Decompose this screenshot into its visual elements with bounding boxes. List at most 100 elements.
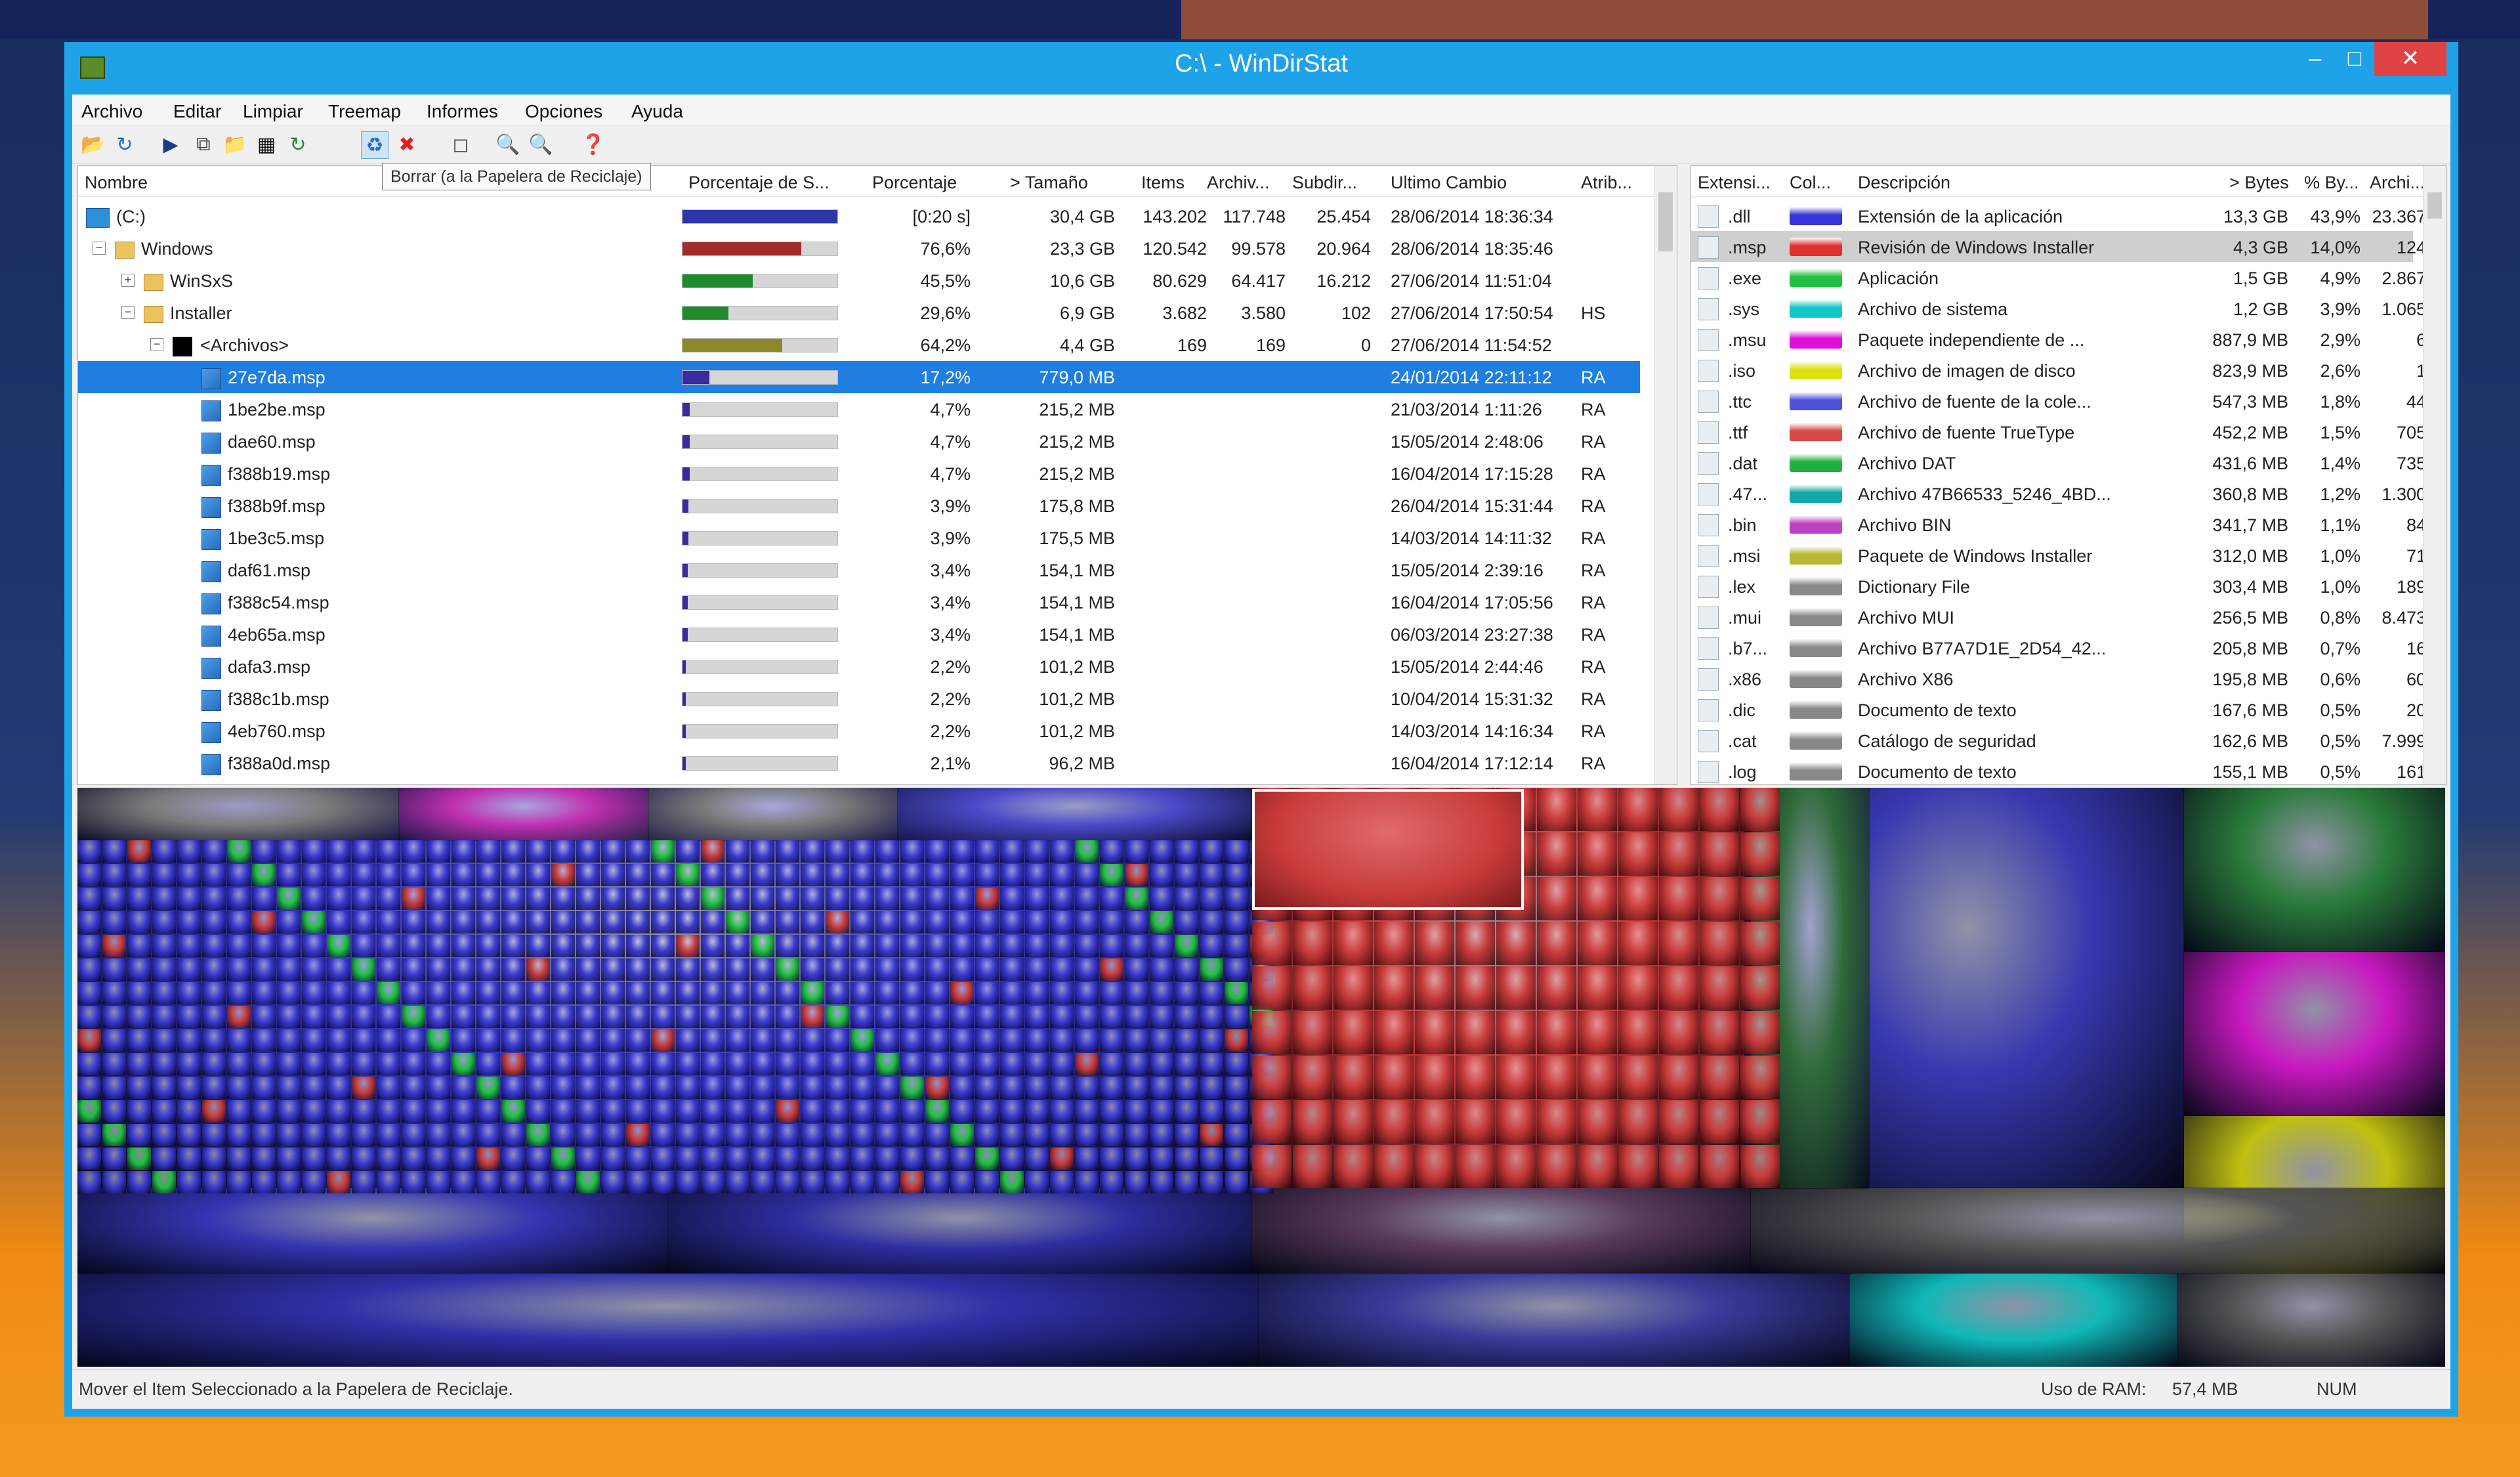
treemap-cell[interactable] bbox=[252, 864, 276, 886]
treemap-cell[interactable] bbox=[1175, 1029, 1198, 1052]
treemap-cell[interactable] bbox=[1125, 982, 1148, 1004]
col-bytes[interactable]: > Bytes bbox=[2229, 173, 2289, 193]
treemap-cell[interactable] bbox=[202, 1029, 226, 1052]
treemap-cell[interactable] bbox=[77, 1029, 101, 1052]
treemap-cell[interactable] bbox=[302, 840, 326, 863]
treemap-cell[interactable] bbox=[202, 935, 226, 957]
treemap-cell[interactable] bbox=[77, 864, 101, 886]
treemap-cell[interactable] bbox=[1618, 788, 1658, 831]
treemap-cell[interactable] bbox=[2177, 1273, 2445, 1367]
treemap-cell[interactable] bbox=[875, 888, 899, 910]
treemap-cell[interactable] bbox=[327, 982, 350, 1004]
treemap-cell[interactable] bbox=[925, 1147, 949, 1170]
treemap-cell[interactable] bbox=[1700, 832, 1739, 876]
treemap-cell[interactable] bbox=[1618, 877, 1658, 920]
treemap-cell[interactable] bbox=[1700, 966, 1739, 1010]
treemap-cell[interactable] bbox=[676, 958, 700, 981]
treemap-cell[interactable] bbox=[102, 1100, 126, 1123]
treemap-cell[interactable] bbox=[1050, 888, 1074, 910]
treemap-cell[interactable] bbox=[1750, 1188, 2445, 1274]
treemap-cell[interactable] bbox=[667, 1188, 1253, 1274]
treemap-cell[interactable] bbox=[875, 1053, 899, 1075]
treemap-cell[interactable] bbox=[850, 864, 874, 886]
treemap-cell[interactable] bbox=[626, 864, 650, 886]
treemap-cell[interactable] bbox=[676, 911, 700, 933]
treemap-cell[interactable] bbox=[950, 935, 974, 957]
treemap-cell[interactable] bbox=[751, 840, 774, 863]
treemap-cell[interactable] bbox=[651, 888, 675, 910]
treemap-cell[interactable] bbox=[1200, 1100, 1223, 1123]
menu-informes[interactable]: Informes bbox=[427, 98, 498, 125]
treemap-cell[interactable] bbox=[1618, 1056, 1658, 1099]
treemap-cell[interactable] bbox=[576, 1100, 600, 1123]
play-icon[interactable]: ▶ bbox=[158, 131, 184, 158]
treemap-cell[interactable] bbox=[651, 958, 675, 981]
treemap-cell[interactable] bbox=[726, 911, 749, 933]
treemap-cell[interactable] bbox=[900, 864, 924, 886]
treemap-cell[interactable] bbox=[850, 1147, 874, 1170]
treemap-cell[interactable] bbox=[526, 1053, 550, 1075]
treemap-cell[interactable] bbox=[975, 1100, 999, 1123]
treemap-cell[interactable] bbox=[1293, 1011, 1332, 1054]
tree-row[interactable]: 1be3c5.msp 3,9% 175,5 MB 14/03/2014 14:11:3… bbox=[78, 522, 1640, 554]
treemap-cell[interactable] bbox=[427, 911, 450, 933]
treemap-cell[interactable] bbox=[127, 1171, 151, 1193]
treemap-cell[interactable] bbox=[726, 1053, 749, 1075]
treemap-cell[interactable] bbox=[950, 888, 974, 910]
treemap-cell[interactable] bbox=[277, 840, 301, 863]
treemap-cell[interactable] bbox=[1537, 877, 1576, 920]
treemap-cell[interactable] bbox=[402, 935, 425, 957]
treemap-cell[interactable] bbox=[377, 982, 400, 1004]
treemap-cell[interactable] bbox=[826, 1029, 849, 1052]
treemap-cell[interactable] bbox=[626, 958, 650, 981]
close-button[interactable]: ✕ bbox=[2374, 42, 2446, 76]
treemap-cell[interactable] bbox=[1100, 1053, 1124, 1075]
treemap-cell[interactable] bbox=[402, 840, 425, 863]
treemap-cell[interactable] bbox=[327, 911, 350, 933]
treemap-cell[interactable] bbox=[897, 788, 1253, 841]
treemap-cell[interactable] bbox=[676, 1077, 700, 1099]
treemap-cell[interactable] bbox=[252, 1147, 276, 1170]
treemap-cell[interactable] bbox=[651, 1100, 675, 1123]
tree-row[interactable]: f388a0d.msp 2,1% 96,2 MB 16/04/2014 17:12:1… bbox=[78, 747, 1640, 779]
treemap-cell[interactable] bbox=[1050, 864, 1074, 886]
treemap-cell[interactable] bbox=[801, 1171, 824, 1193]
treemap-cell[interactable] bbox=[377, 1053, 400, 1075]
treemap-cell[interactable] bbox=[950, 1124, 974, 1146]
treemap-cell[interactable] bbox=[1125, 888, 1148, 910]
menu-archivo[interactable]: Archivo bbox=[81, 98, 142, 125]
treemap-cell[interactable] bbox=[925, 1029, 949, 1052]
treemap-cell[interactable] bbox=[551, 1053, 575, 1075]
treemap-cell[interactable] bbox=[402, 911, 425, 933]
treemap-cell[interactable] bbox=[1000, 1077, 1024, 1099]
treemap-cell[interactable] bbox=[476, 1029, 500, 1052]
treemap-cell[interactable] bbox=[701, 1053, 724, 1075]
treemap-cell[interactable] bbox=[1659, 1011, 1698, 1054]
treemap-cell[interactable] bbox=[1225, 911, 1248, 933]
treemap-cell[interactable] bbox=[102, 982, 126, 1004]
treemap-cell[interactable] bbox=[252, 958, 276, 981]
treemap-cell[interactable] bbox=[1374, 1011, 1414, 1054]
treemap-cell[interactable] bbox=[452, 911, 475, 933]
treemap-cell[interactable] bbox=[1293, 922, 1332, 965]
treemap-cell[interactable] bbox=[476, 958, 500, 981]
treemap-cell[interactable] bbox=[975, 1053, 999, 1075]
treemap-cell[interactable] bbox=[327, 864, 350, 886]
treemap-cell[interactable] bbox=[1374, 1100, 1414, 1144]
treemap-cell[interactable] bbox=[776, 1171, 799, 1193]
treemap-cell[interactable] bbox=[551, 1147, 575, 1170]
treemap-cell[interactable] bbox=[701, 840, 724, 863]
treemap-cell[interactable] bbox=[427, 935, 450, 957]
treemap-cell[interactable] bbox=[551, 911, 575, 933]
treemap-cell[interactable] bbox=[850, 1124, 874, 1146]
treemap-cell[interactable] bbox=[452, 1100, 475, 1123]
treemap-cell[interactable] bbox=[651, 840, 675, 863]
treemap-cell[interactable] bbox=[1050, 1124, 1074, 1146]
col-archivos[interactable]: Archiv... bbox=[1207, 173, 1279, 193]
treemap-cell[interactable] bbox=[402, 888, 425, 910]
treemap-cell[interactable] bbox=[776, 935, 799, 957]
treemap-cell[interactable] bbox=[452, 1147, 475, 1170]
treemap-cell[interactable] bbox=[526, 958, 550, 981]
treemap-cell[interactable] bbox=[701, 1077, 724, 1099]
treemap-cell[interactable] bbox=[950, 1147, 974, 1170]
